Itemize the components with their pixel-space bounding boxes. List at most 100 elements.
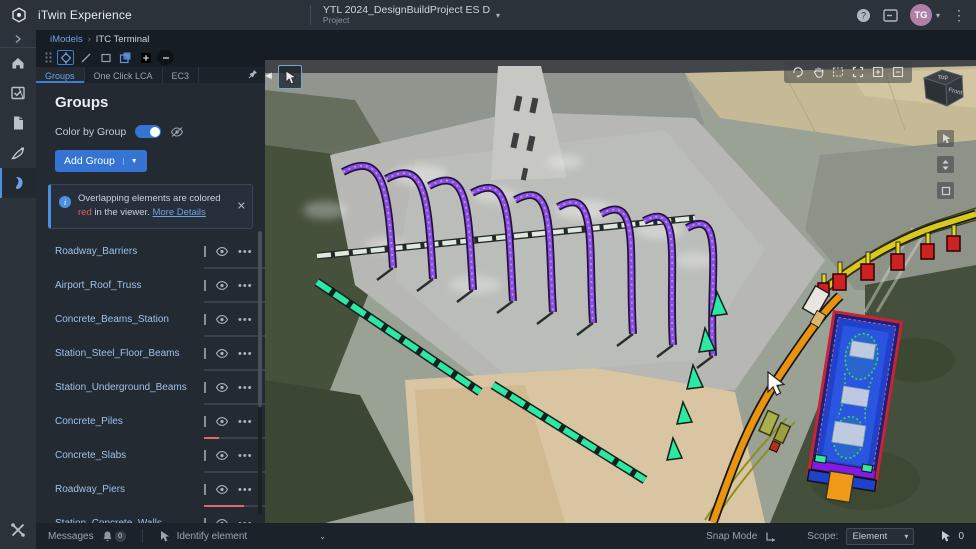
group-row[interactable]: Station_Steel_Floor_Beams ••• <box>48 337 253 371</box>
app-title: iTwin Experience <box>38 8 132 22</box>
sidebar-item-settings-tools[interactable] <box>0 515 36 545</box>
cube-top-label: Top <box>938 75 949 82</box>
pan-hand-icon[interactable] <box>810 64 826 80</box>
group-visibility-eye-icon[interactable] <box>215 382 229 393</box>
group-more-menu-icon[interactable]: ••• <box>238 420 253 424</box>
messages-label[interactable]: Messages <box>48 531 94 542</box>
banner-close-icon[interactable]: ✕ <box>237 200 246 213</box>
add-element-button[interactable] <box>137 50 154 65</box>
group-color-swatch[interactable] <box>204 484 206 495</box>
add-group-button[interactable]: Add Group▼ <box>55 150 147 172</box>
viewer-select-tool-button[interactable] <box>278 65 302 89</box>
group-color-swatch[interactable] <box>204 416 206 427</box>
expand-sidebar-button[interactable] <box>0 30 36 48</box>
pin-panel-icon[interactable] <box>248 69 258 82</box>
sidebar-item-map-validation[interactable] <box>0 78 36 108</box>
snap-mode-label[interactable]: Snap Mode <box>706 531 757 542</box>
group-name[interactable]: Station_Underground_Beams <box>55 382 187 393</box>
user-menu[interactable]: TG ▾ <box>910 4 940 26</box>
red-highlight: red <box>78 207 92 218</box>
group-row[interactable]: Concrete_Slabs ••• <box>48 439 253 473</box>
sidebar-item-carbon-insights[interactable] <box>0 168 36 198</box>
group-more-menu-icon[interactable]: ••• <box>238 318 253 322</box>
tab-groups[interactable]: Groups <box>36 67 85 83</box>
identify-element-label[interactable]: Identify element <box>177 531 248 542</box>
fit-view-icon[interactable] <box>850 64 866 80</box>
notifications-panel-icon[interactable] <box>883 9 898 22</box>
overlap-info-banner: i Overlapping elements are colored red i… <box>48 184 253 229</box>
identify-caret-icon[interactable]: ⌄ <box>319 532 326 541</box>
group-more-menu-icon[interactable]: ••• <box>238 250 253 254</box>
group-name[interactable]: Concrete_Beams_Station <box>55 314 169 325</box>
line-tool-button[interactable] <box>77 50 94 65</box>
group-color-swatch[interactable] <box>204 280 206 291</box>
avatar[interactable]: TG <box>910 4 932 26</box>
more-details-link[interactable]: More Details <box>152 207 205 218</box>
group-color-swatch[interactable] <box>204 314 206 325</box>
navigation-cube[interactable]: Top Front <box>916 64 968 112</box>
tab-one-click-lca[interactable]: One Click LCA <box>85 67 163 83</box>
group-visibility-eye-icon[interactable] <box>215 348 229 359</box>
group-more-menu-icon[interactable]: ••• <box>238 454 253 458</box>
breadcrumb-imodels-link[interactable]: iModels <box>50 34 83 45</box>
sidebar-item-validation-tools[interactable] <box>0 138 36 168</box>
section-box-icon[interactable] <box>937 182 954 199</box>
scope-dropdown[interactable]: Element ▾ <box>846 528 914 545</box>
help-icon[interactable]: ? <box>856 8 871 23</box>
group-more-menu-icon[interactable]: ••• <box>238 284 253 288</box>
tab-ec3[interactable]: EC3 <box>163 67 200 83</box>
rectangle-tool-button[interactable] <box>97 50 114 65</box>
messages-bell-icon[interactable]: 0 <box>102 530 126 542</box>
hide-colors-icon[interactable] <box>170 126 184 138</box>
group-more-menu-icon[interactable]: ••• <box>238 386 253 390</box>
more-menu-icon[interactable]: ⋮ <box>952 7 966 24</box>
zoom-in-icon[interactable] <box>870 64 886 80</box>
group-color-swatch[interactable] <box>204 348 206 359</box>
itwin-logo-icon[interactable] <box>0 7 38 23</box>
identify-cursor-icon[interactable] <box>937 130 954 147</box>
group-row[interactable]: Roadway_Piers ••• <box>48 473 253 507</box>
remove-element-button[interactable] <box>157 50 174 65</box>
group-name[interactable]: Roadway_Piers <box>55 484 125 495</box>
viewer-toolbar <box>784 61 912 83</box>
group-row[interactable]: Airport_Roof_Truss ••• <box>48 269 253 303</box>
group-visibility-eye-icon[interactable] <box>215 246 229 257</box>
group-name[interactable]: Airport_Roof_Truss <box>55 280 141 291</box>
group-name[interactable]: Station_Steel_Floor_Beams <box>55 348 180 359</box>
zoom-out-icon[interactable] <box>890 64 906 80</box>
group-color-swatch[interactable] <box>204 382 206 393</box>
panel-scrollbar[interactable] <box>258 231 262 515</box>
group-visibility-eye-icon[interactable] <box>215 280 229 291</box>
status-bar: Messages 0 Identify element ⌄ Snap Mode … <box>36 523 976 549</box>
group-visibility-eye-icon[interactable] <box>215 450 229 461</box>
group-name[interactable]: Concrete_Piles <box>55 416 123 427</box>
window-select-icon[interactable] <box>830 64 846 80</box>
elevation-arrows-icon[interactable] <box>937 156 954 173</box>
drag-handle-icon[interactable] <box>42 50 54 65</box>
group-more-menu-icon[interactable]: ••• <box>238 488 253 492</box>
group-name[interactable]: Concrete_Slabs <box>55 450 126 461</box>
group-row[interactable]: Concrete_Piles ••• <box>48 405 253 439</box>
layers-tool-button[interactable] <box>117 50 134 65</box>
group-visibility-eye-icon[interactable] <box>215 416 229 427</box>
group-visibility-eye-icon[interactable] <box>215 314 229 325</box>
breadcrumb-current: ITC Terminal <box>96 34 150 45</box>
group-row[interactable]: Roadway_Barriers ••• <box>48 235 253 269</box>
identify-element-cursor-icon <box>159 530 169 542</box>
group-more-menu-icon[interactable]: ••• <box>238 352 253 356</box>
group-row[interactable]: Concrete_Beams_Station ••• <box>48 303 253 337</box>
orbit-icon[interactable] <box>790 64 806 80</box>
group-color-swatch[interactable] <box>204 450 206 461</box>
select-tool-button[interactable] <box>57 50 74 65</box>
group-row[interactable]: Station_Concrete_Walls ••• <box>48 507 253 524</box>
snap-mode-icon[interactable] <box>765 531 777 542</box>
project-selector[interactable]: YTL 2024_DesignBuildProject ES D Project… <box>310 5 500 25</box>
sidebar-item-documents[interactable] <box>0 108 36 138</box>
sidebar-item-home[interactable] <box>0 48 36 78</box>
group-color-swatch[interactable] <box>204 246 206 257</box>
group-name[interactable]: Roadway_Barriers <box>55 246 137 257</box>
color-by-group-toggle[interactable] <box>135 125 161 138</box>
group-row[interactable]: Station_Underground_Beams ••• <box>48 371 253 405</box>
group-visibility-eye-icon[interactable] <box>215 484 229 495</box>
3d-viewport[interactable]: ◄ Top Front <box>265 48 976 523</box>
